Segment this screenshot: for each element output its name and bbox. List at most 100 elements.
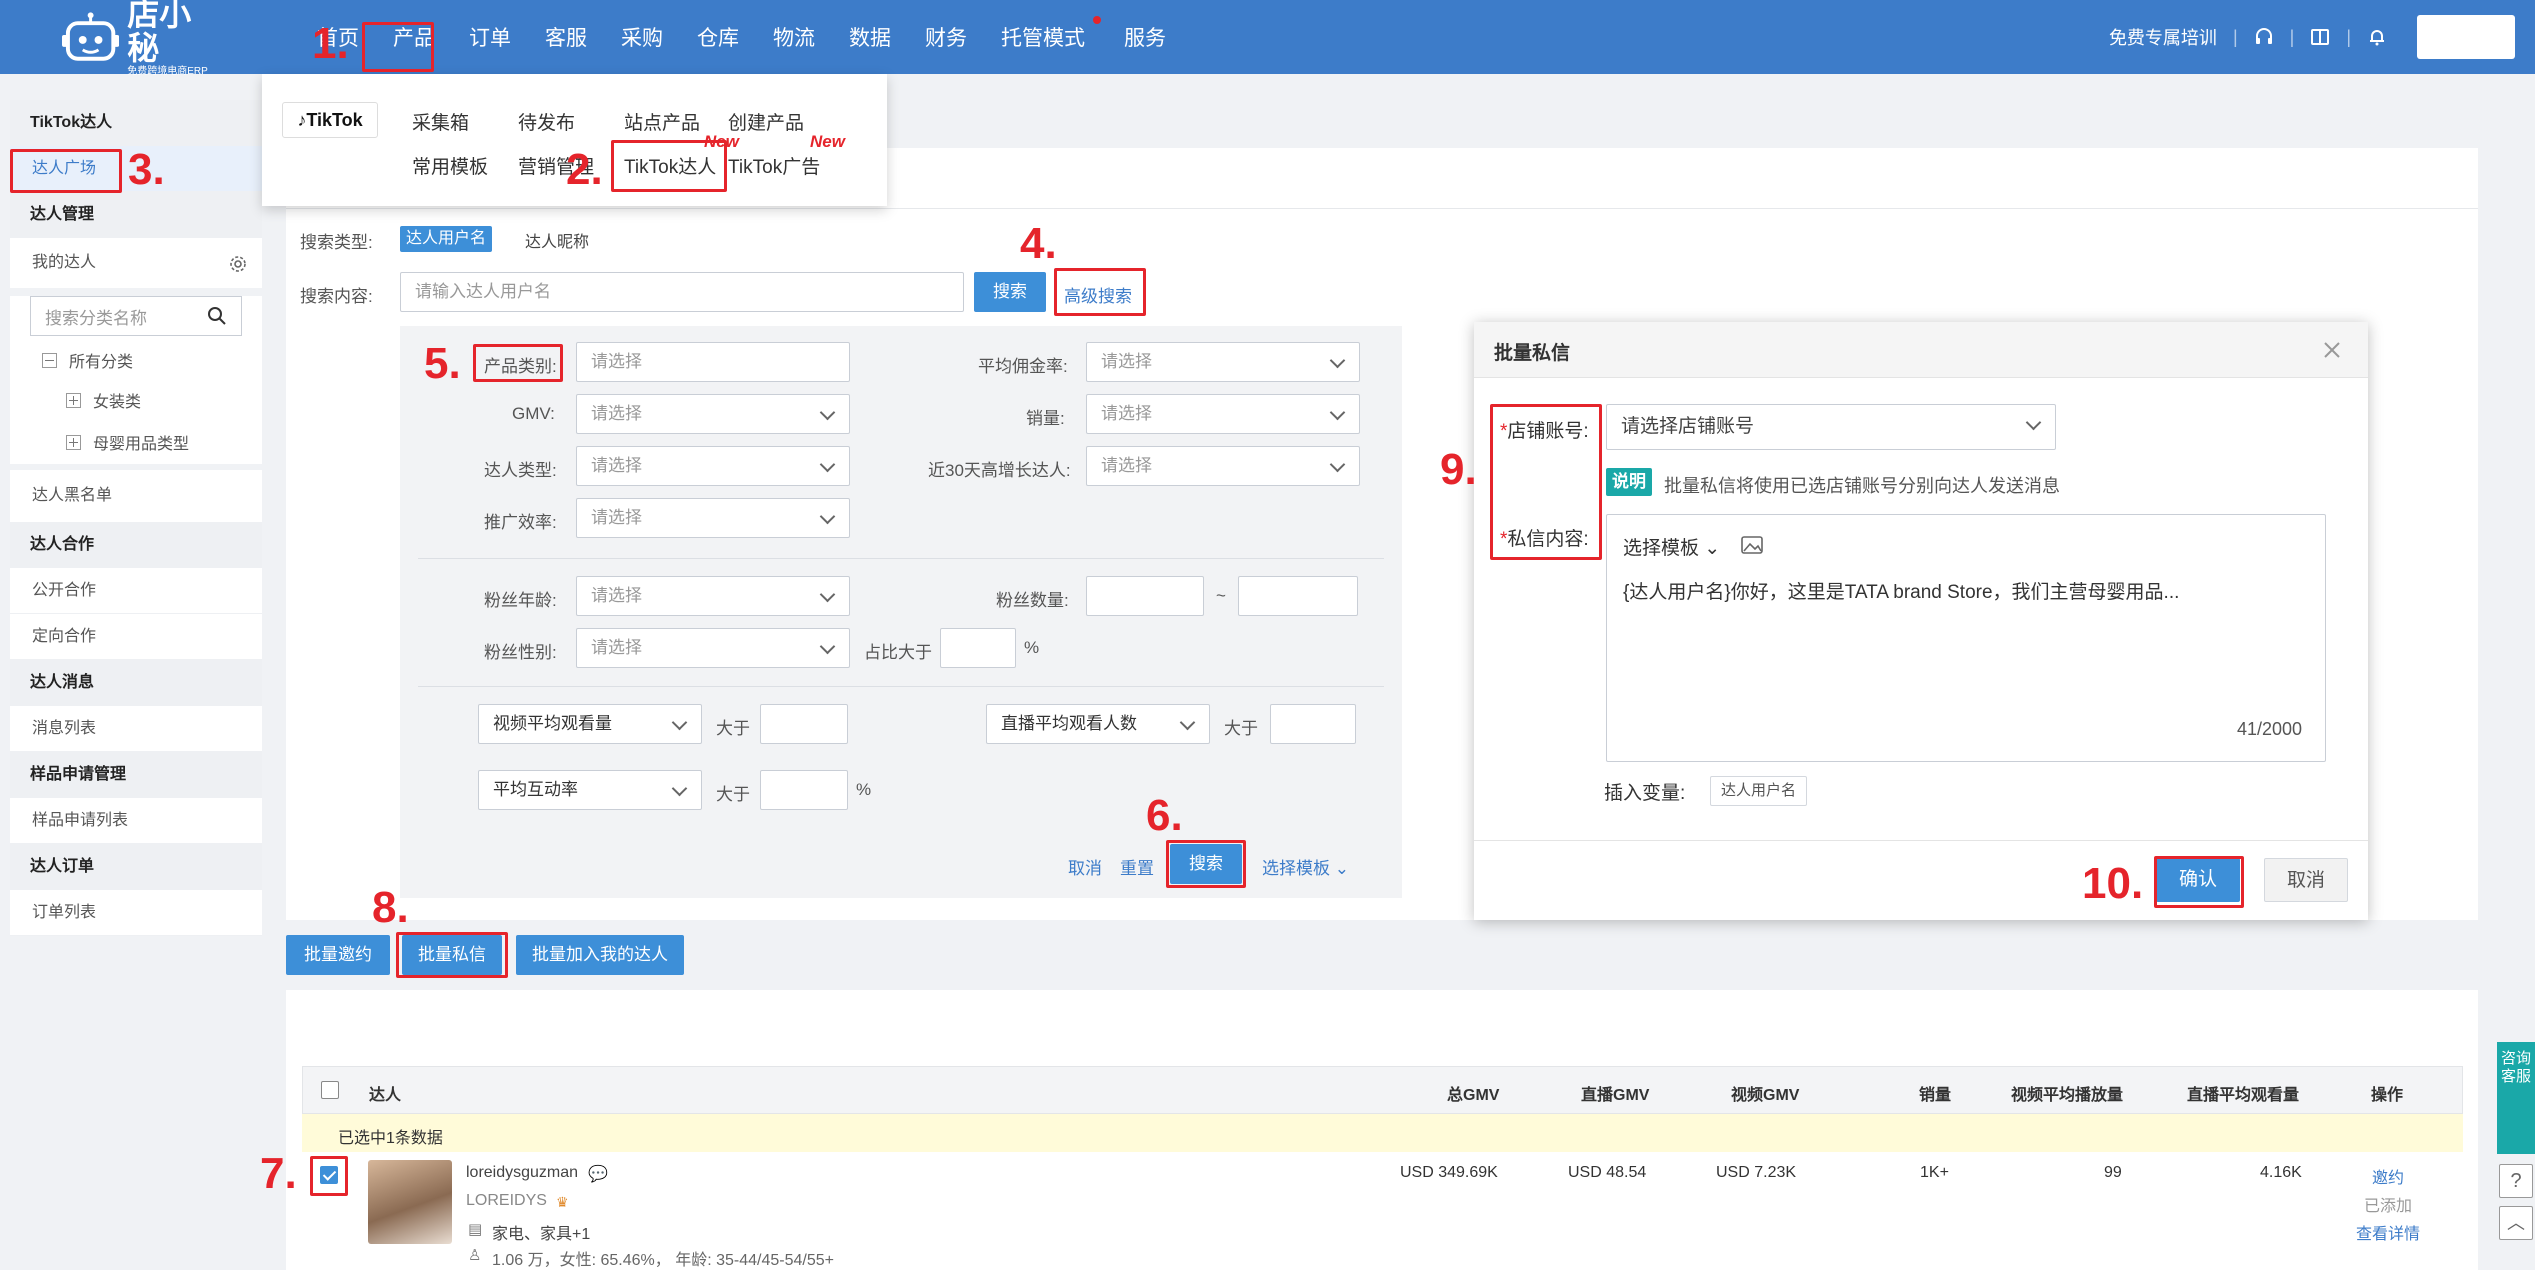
- avatar[interactable]: [368, 1160, 452, 1244]
- fan-age-label: 粉丝年龄:: [484, 591, 557, 610]
- tiktok-icon: ♪: [297, 109, 307, 130]
- view-detail-link[interactable]: 查看详情: [2356, 1220, 2420, 1244]
- insert-variable-tag[interactable]: 达人用户名: [1710, 776, 1808, 806]
- ratio-input[interactable]: [940, 628, 1016, 668]
- col-live-gmv: 直播GMV: [1581, 1087, 1650, 1104]
- sidebar-item-blacklist[interactable]: 达人黑名单: [10, 470, 262, 522]
- gmv-select[interactable]: 请选择: [576, 394, 850, 434]
- sidebar-item-my-creators[interactable]: 我的达人: [10, 238, 262, 288]
- product-category-select[interactable]: 请选择: [576, 342, 850, 382]
- expand-icon[interactable]: [66, 392, 81, 408]
- nav-warehouse[interactable]: 仓库: [680, 22, 756, 52]
- tree-baby[interactable]: 母婴用品类型: [32, 420, 262, 464]
- fan-count-min-input[interactable]: [1086, 576, 1204, 616]
- live-avg-select[interactable]: 直播平均观看人数: [986, 704, 1210, 744]
- sidebar-item-public-coop[interactable]: 公开合作: [10, 568, 262, 614]
- gt-label: 大于: [716, 719, 750, 738]
- creator-search-input[interactable]: 请输入达人用户名: [400, 272, 964, 312]
- menu-tiktok-ads[interactable]: TikTok广告: [728, 152, 820, 179]
- video-avg-select[interactable]: 视频平均观看量: [478, 704, 702, 744]
- fan-count-max-input[interactable]: [1238, 576, 1358, 616]
- growth-select[interactable]: 请选择: [1086, 446, 1360, 486]
- batch-invite-button[interactable]: 批量邀约: [286, 935, 390, 975]
- category-search-input[interactable]: 搜索分类名称: [30, 296, 242, 336]
- training-link[interactable]: 免费专属培训: [2109, 24, 2217, 50]
- filter-cancel-link[interactable]: 取消: [1068, 854, 1102, 879]
- menu-common-templates[interactable]: 常用模板: [412, 152, 488, 179]
- sidebar-item-sample-list[interactable]: 样品申请列表: [10, 798, 262, 844]
- nav-services[interactable]: 服务: [1107, 22, 1183, 52]
- nav-service[interactable]: 客服: [528, 22, 604, 52]
- chat-icon[interactable]: 💬: [588, 1164, 608, 1184]
- creator-nickname: LOREIDYS: [466, 1192, 547, 1209]
- sidebar-item-targeted-coop[interactable]: 定向合作: [10, 614, 262, 660]
- nav-logistics[interactable]: 物流: [756, 22, 832, 52]
- select-all-checkbox[interactable]: [321, 1081, 339, 1099]
- col-video-avg: 视频平均播放量: [2011, 1087, 2124, 1104]
- help-icon[interactable]: ?: [2499, 1164, 2533, 1198]
- sales-select[interactable]: 请选择: [1086, 394, 1360, 434]
- consult-service-button[interactable]: 咨询客服: [2497, 1042, 2535, 1154]
- interact-input[interactable]: [760, 770, 848, 810]
- crown-icon: ♛: [556, 1194, 569, 1210]
- batch-add-button[interactable]: 批量加入我的达人: [516, 935, 684, 975]
- video-avg-input[interactable]: [760, 704, 848, 744]
- invite-link[interactable]: 邀约: [2372, 1164, 2404, 1188]
- sidebar-item-message-list[interactable]: 消息列表: [10, 706, 262, 752]
- char-counter: 41/2000: [2237, 719, 2303, 739]
- message-editor[interactable]: 选择模板 ⌄ {达人用户名}你好，这里是TATA brand Store，我们主…: [1606, 514, 2326, 762]
- creator-username[interactable]: loreidysguzman: [466, 1164, 578, 1182]
- menu-create-product[interactable]: 创建产品: [728, 108, 804, 135]
- message-text[interactable]: {达人用户名}你好，这里是TATA brand Store，我们主营母婴用品..…: [1623, 577, 2179, 604]
- logo[interactable]: 店小秘 免费跨境电商ERP: [62, 0, 222, 77]
- growth-label: 近30天高增长达人:: [928, 461, 1071, 480]
- avg-interact-select[interactable]: 平均互动率: [478, 770, 702, 810]
- nav-finance[interactable]: 财务: [908, 22, 984, 52]
- menu-site-products[interactable]: 站点产品: [624, 108, 700, 135]
- editor-template-select[interactable]: 选择模板 ⌄: [1623, 533, 1720, 560]
- fan-gender-select[interactable]: 请选择: [576, 628, 850, 668]
- promo-eff-select[interactable]: 请选择: [576, 498, 850, 538]
- gt-label: 大于: [1224, 719, 1258, 738]
- nav-purchase[interactable]: 采购: [604, 22, 680, 52]
- back-to-top-icon[interactable]: ︿: [2499, 1206, 2533, 1240]
- close-icon[interactable]: [2322, 340, 2342, 360]
- gear-icon[interactable]: [228, 254, 248, 274]
- annotation-box-products: [362, 22, 434, 72]
- step-label-5: 5.: [424, 339, 461, 388]
- avg-commission-label: 平均佣金率:: [978, 357, 1068, 376]
- expand-icon[interactable]: [66, 434, 81, 450]
- collapse-icon[interactable]: [42, 352, 57, 368]
- nav-orders[interactable]: 订单: [452, 22, 528, 52]
- template-dropdown[interactable]: 选择模板 ⌄: [1262, 854, 1349, 879]
- book-icon[interactable]: [2310, 27, 2330, 47]
- shop-account-select[interactable]: 请选择店铺账号: [1606, 404, 2056, 450]
- annotation-box-confirm: [2154, 856, 2244, 908]
- sidebar-section-manage: 达人管理: [10, 192, 262, 238]
- creator-type-select[interactable]: 请选择: [576, 446, 850, 486]
- range-tilde: ~: [1216, 586, 1226, 605]
- tree-all[interactable]: 所有分类: [32, 340, 262, 380]
- avg-commission-select[interactable]: 请选择: [1086, 342, 1360, 382]
- search-button[interactable]: 搜索: [974, 272, 1046, 312]
- filter-reset-link[interactable]: 重置: [1120, 854, 1154, 879]
- image-icon[interactable]: [1741, 535, 1763, 555]
- step-label-7: 7.: [260, 1149, 297, 1198]
- user-avatar-box[interactable]: [2417, 15, 2515, 59]
- search-icon[interactable]: [207, 306, 227, 326]
- search-type-username[interactable]: 达人用户名: [400, 226, 493, 252]
- header-right: 免费专属培训 | | |: [2109, 0, 2515, 74]
- nav-data[interactable]: 数据: [832, 22, 908, 52]
- category-tree: 所有分类 女装类 母婴用品类型: [10, 340, 262, 464]
- nav-hosting[interactable]: 托管模式: [984, 16, 1107, 52]
- sidebar-item-order-list[interactable]: 订单列表: [10, 890, 262, 936]
- menu-pending-publish[interactable]: 待发布: [518, 108, 575, 135]
- menu-collect-box[interactable]: 采集箱: [412, 108, 469, 135]
- modal-cancel-button[interactable]: 取消: [2264, 858, 2348, 902]
- bell-icon[interactable]: [2367, 27, 2387, 47]
- search-type-nickname[interactable]: 达人昵称: [525, 228, 589, 252]
- headset-icon[interactable]: [2254, 27, 2274, 47]
- fan-age-select[interactable]: 请选择: [576, 576, 850, 616]
- live-avg-input[interactable]: [1270, 704, 1356, 744]
- tree-womens[interactable]: 女装类: [32, 380, 262, 420]
